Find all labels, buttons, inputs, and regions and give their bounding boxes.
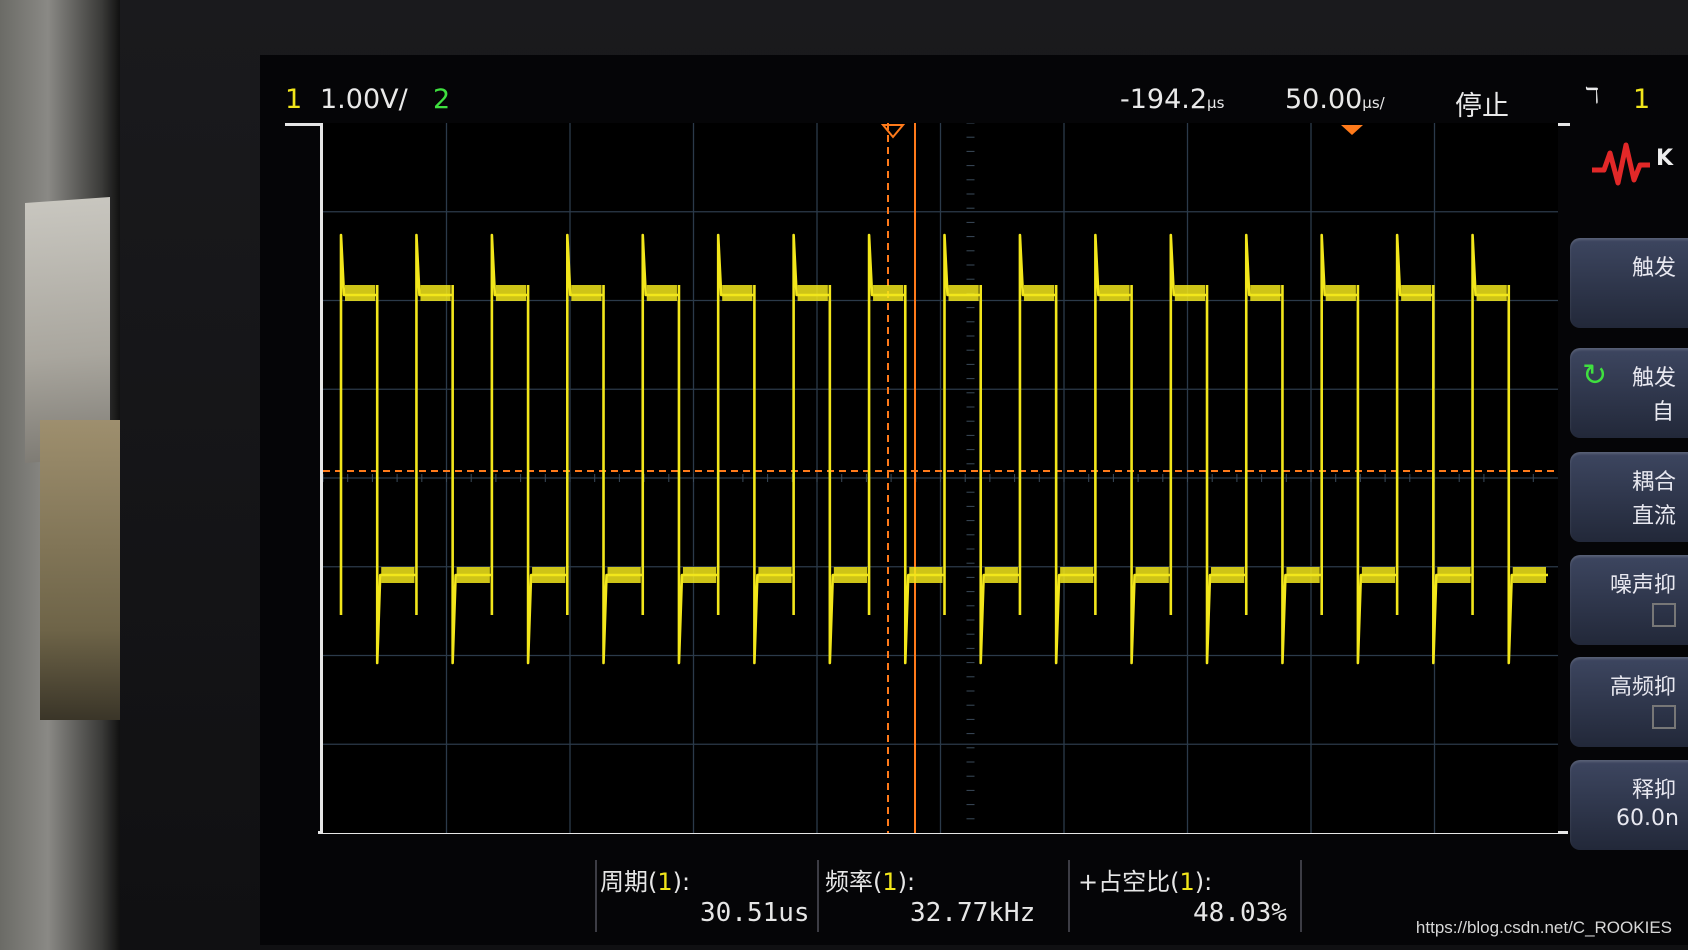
time-scale-value: 50.00 [1285, 84, 1363, 115]
measurement-value: 32.77kHz [910, 898, 1036, 928]
measurement-separator [595, 860, 597, 932]
time-scale[interactable]: 50.00µs/ [1285, 84, 1385, 115]
noise-reject-label: 噪声抑 [1610, 573, 1677, 598]
measurement-period[interactable]: 周期(1): 30.51us [600, 862, 810, 932]
trace-high-plateau [1174, 285, 1206, 301]
trigger-mode-value: 自 [1652, 400, 1675, 425]
noise-reject-button[interactable]: 噪声抑 [1570, 555, 1688, 645]
trace-high-plateau [1401, 285, 1432, 301]
trace-high-plateau [1023, 285, 1055, 301]
trace-low-plateau [381, 567, 415, 583]
trace-low-plateau [1135, 567, 1169, 583]
time-scale-unit: µs/ [1362, 94, 1385, 112]
trigger-type-label: 触发 [1632, 256, 1677, 281]
trace-high-plateau [345, 285, 376, 301]
channel1-number[interactable]: 1 [285, 84, 302, 115]
checkbox-icon [1652, 705, 1676, 729]
channel1-scale[interactable]: 1.00V/ [320, 84, 408, 115]
measurement-separator [1300, 860, 1302, 932]
measurement-label-prefix: +占空比( [1078, 868, 1180, 896]
trigger-softkey-panel: K 触发 ↻ 触发 自 耦合 直流 噪声抑 高频抑 释抑 60.0n [1560, 120, 1688, 920]
trace-low-plateau [833, 567, 868, 583]
trace-low-plateau [607, 567, 641, 583]
trace-low-plateau [456, 567, 490, 583]
run-state[interactable]: 停止 [1455, 84, 1509, 123]
trace-high-plateau [495, 285, 527, 301]
hf-reject-label: 高频抑 [1610, 675, 1677, 700]
trace-low-plateau [1437, 567, 1471, 583]
channel1-trace [339, 233, 1548, 665]
trace-high-plateau [1476, 285, 1507, 301]
trace-low-plateau [682, 567, 717, 583]
measurement-duty-cycle[interactable]: +占空比(1): 48.03% [1078, 862, 1293, 932]
trace-low-plateau [758, 567, 792, 583]
status-bar: 1 1.00V/ 2 -194.2µs 50.00µs/ 停止 ℸ 1 [285, 80, 1685, 125]
time-offset-value: -194.2 [1120, 84, 1208, 115]
trace-low-plateau [1361, 567, 1396, 583]
trace-high-plateau [797, 285, 828, 301]
measurement-channel: 1 [1179, 868, 1195, 896]
measurement-label: 频率(1): [825, 862, 915, 897]
keysight-logo-icon: K [1592, 142, 1674, 186]
trace-high-plateau [571, 285, 602, 301]
time-offset[interactable]: -194.2µs [1120, 84, 1224, 115]
trigger-edge-icon: ℸ [1585, 84, 1600, 109]
holdoff-value: 60.0n [1616, 806, 1679, 831]
trace-high-plateau [420, 285, 451, 301]
measurement-label-suffix: ): [672, 868, 691, 896]
graticule-grid [323, 123, 1558, 833]
measurement-bar: 周期(1): 30.51us 频率(1): 32.77kHz +占空比(1): … [320, 840, 1570, 940]
trace-low-plateau [532, 567, 566, 583]
trace-low-plateau [1211, 567, 1245, 583]
measurement-value: 30.51us [700, 898, 810, 928]
coupling-value: 直流 [1632, 504, 1677, 529]
measurement-label-prefix: 周期( [600, 868, 658, 896]
measurement-frequency[interactable]: 频率(1): 32.77kHz [825, 862, 1040, 932]
waveform-svg: 1T [323, 123, 1558, 833]
background-photo [0, 0, 120, 950]
trigger-channel[interactable]: 1 [1633, 84, 1650, 115]
trace-high-plateau [1099, 285, 1130, 301]
measurement-separator [817, 860, 819, 932]
holdoff-label: 释抑 [1632, 778, 1677, 803]
hf-reject-button[interactable]: 高频抑 [1570, 657, 1688, 747]
trace-low-plateau [909, 567, 943, 583]
measurement-label: +占空比(1): [1078, 862, 1212, 897]
measurement-channel: 1 [882, 868, 898, 896]
measurement-channel: 1 [657, 868, 673, 896]
svg-text:K: K [1656, 146, 1674, 171]
measurement-value: 48.03% [1193, 898, 1287, 928]
trace-high-plateau [1250, 285, 1281, 301]
watermark: https://blog.csdn.net/C_ROOKIES [1415, 918, 1672, 937]
measurement-label-prefix: 频率( [825, 868, 883, 896]
background-object [40, 420, 120, 720]
trace-low-plateau [1512, 567, 1546, 583]
trace-high-plateau [948, 285, 979, 301]
trigger-mode-button[interactable]: ↻ 触发 自 [1570, 348, 1688, 438]
measurement-label-suffix: ): [1194, 868, 1213, 896]
waveform-plot[interactable]: 1T [320, 123, 1558, 833]
trace-high-plateau [722, 285, 753, 301]
coupling-label: 耦合 [1632, 470, 1677, 495]
measurement-label: 周期(1): [600, 862, 690, 897]
time-offset-unit: µs [1207, 94, 1225, 112]
measurement-separator [1068, 860, 1070, 932]
coupling-button[interactable]: 耦合 直流 [1570, 452, 1688, 542]
time-reference-icon [1341, 125, 1363, 135]
trace-low-plateau [984, 567, 1018, 583]
channel2-number[interactable]: 2 [433, 84, 450, 115]
holdoff-button[interactable]: 释抑 60.0n [1570, 760, 1688, 850]
trigger-position-icon [880, 124, 906, 139]
refresh-icon: ↻ [1582, 358, 1608, 393]
trigger-type-button[interactable]: 触发 [1570, 238, 1688, 328]
measurement-label-suffix: ): [897, 868, 916, 896]
trace-high-plateau [646, 285, 677, 301]
trigger-mode-label: 触发 [1632, 366, 1677, 391]
trace-low-plateau [1060, 567, 1094, 583]
trace-high-plateau [873, 285, 904, 301]
checkbox-icon [1652, 603, 1676, 627]
trace-high-plateau [1325, 285, 1356, 301]
trace-low-plateau [1286, 567, 1320, 583]
